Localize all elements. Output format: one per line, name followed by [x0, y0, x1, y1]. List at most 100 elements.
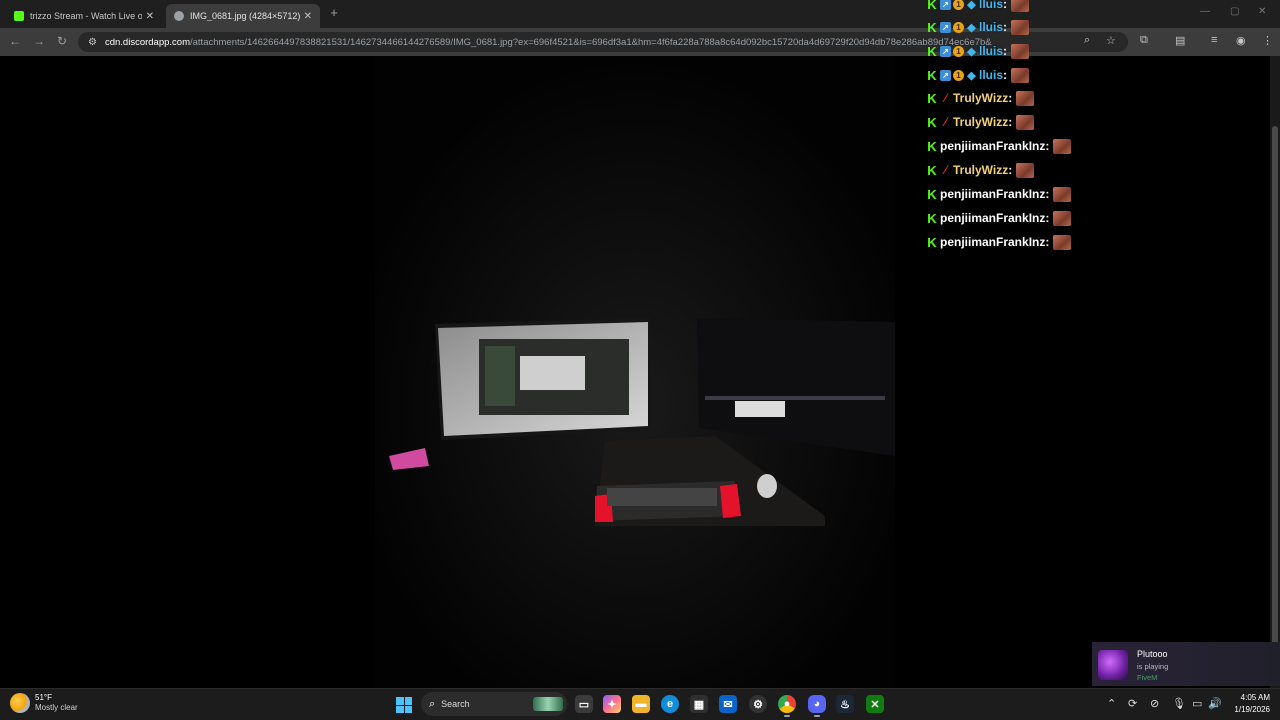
reading-list-icon[interactable]: ≡: [1211, 34, 1217, 46]
slash-badge-icon: ⁄: [944, 115, 947, 129]
close-tab-icon[interactable]: ✕: [146, 11, 154, 22]
zoom-icon[interactable]: ⌕: [1084, 34, 1090, 47]
clock-date: 1/19/2026: [1234, 705, 1270, 714]
kick-badge-icon: K: [927, 138, 937, 154]
close-window-button[interactable]: ✕: [1258, 6, 1266, 17]
slash-badge-icon: ⁄: [944, 163, 947, 177]
chat-colon: :: [1003, 20, 1008, 34]
reload-button[interactable]: ↻: [57, 34, 67, 48]
search-highlight-icon: [533, 697, 563, 711]
profile-icon[interactable]: ◉: [1236, 34, 1246, 47]
coin-badge-icon: 1: [953, 45, 964, 57]
scrollbar-thumb[interactable]: [1272, 126, 1278, 646]
chat-username: penjiimanFrankInz: [940, 211, 1046, 225]
discord-icon[interactable]: ◕: [808, 695, 826, 717]
microphone-icon[interactable]: 🎙: [1172, 697, 1186, 710]
chat-message: K ⁄ TrulyWizz:: [926, 160, 1035, 180]
chat-username: lluis: [979, 0, 1004, 11]
network-icon[interactable]: ⊘: [1150, 697, 1159, 710]
minimize-button[interactable]: —: [1200, 6, 1210, 17]
site-info-icon[interactable]: ⚙: [88, 37, 97, 48]
chat-username: lluis: [979, 44, 1004, 58]
store-icon[interactable]: ▦: [690, 695, 708, 713]
sync-icon[interactable]: ⟳: [1128, 697, 1137, 710]
boost-badge-icon: ↗: [940, 21, 951, 33]
chat-username: lluis: [979, 20, 1004, 34]
chat-message: K ⁄ TrulyWizz:: [926, 88, 1035, 108]
kick-badge-icon: K: [927, 67, 937, 83]
chat-message: K penjiimanFrankInz:: [926, 208, 1072, 228]
chat-colon: :: [1045, 235, 1050, 249]
slash-badge-icon: ⁄: [944, 91, 947, 105]
task-view-icon[interactable]: ▭: [575, 695, 593, 713]
weather-condition: Mostly clear: [35, 703, 78, 712]
notification-status: is playing: [1137, 662, 1169, 671]
new-tab-button[interactable]: +: [327, 6, 341, 20]
weather-widget[interactable]: 51°F Mostly clear: [10, 693, 78, 713]
kick-badge-icon: K: [927, 210, 937, 226]
chat-colon: :: [1003, 68, 1008, 82]
close-tab-icon[interactable]: ✕: [304, 11, 312, 22]
chat-colon: :: [1008, 115, 1013, 129]
chat-colon: :: [1045, 211, 1050, 225]
boost-badge-icon: ↗: [940, 69, 951, 81]
maximize-button[interactable]: ▢: [1230, 6, 1239, 17]
kick-badge-icon: K: [927, 186, 937, 202]
start-button[interactable]: [396, 697, 412, 713]
chat-username: TrulyWizz: [953, 163, 1009, 177]
side-panel-icon[interactable]: ▤: [1175, 34, 1185, 47]
url-path: /attachments/1462664497838821531/1462734…: [190, 36, 992, 48]
chat-colon: :: [1003, 44, 1008, 58]
kick-badge-icon: K: [927, 162, 937, 178]
xbox-icon[interactable]: ✕: [866, 695, 884, 713]
chat-message: K ↗ 1 ◆ lluis:: [926, 0, 1030, 14]
chat-message: K penjiimanFrankInz:: [926, 136, 1072, 156]
mail-icon[interactable]: ✉: [719, 695, 737, 713]
chat-colon: :: [1045, 139, 1050, 153]
settings-app-icon[interactable]: ⚙: [749, 695, 767, 713]
edge-icon[interactable]: e: [661, 695, 679, 713]
forward-button[interactable]: →: [33, 34, 45, 48]
chat-message: K ↗ 1 ◆ lluis:: [926, 41, 1030, 61]
tab-kick-stream[interactable]: trizzo Stream - Watch Live on K ✕: [6, 4, 162, 28]
chat-message: K ↗ 1 ◆ lluis:: [926, 17, 1030, 37]
chat-colon: :: [1045, 187, 1050, 201]
chat-colon: :: [1003, 0, 1008, 11]
display-icon[interactable]: ▭: [1192, 697, 1202, 710]
chat-username: penjiimanFrankInz: [940, 139, 1046, 153]
page-scrollbar[interactable]: [1270, 56, 1280, 688]
taskbar-clock[interactable]: 4:05 AM 1/19/2026: [1226, 692, 1270, 716]
emote-icon: [1011, 0, 1030, 12]
copilot-icon[interactable]: ✦: [603, 695, 621, 713]
kick-badge-icon: K: [927, 234, 937, 250]
tab-image[interactable]: IMG_0681.jpg (4284×5712) ✕: [166, 4, 320, 28]
taskbar-search[interactable]: ⌕ Search: [421, 692, 567, 716]
kick-badge-icon: K: [927, 0, 937, 12]
kick-badge-icon: K: [927, 90, 937, 106]
notification-name: Plutooo: [1137, 649, 1168, 659]
steam-icon[interactable]: ♨: [836, 695, 854, 713]
notification-game: FiveM: [1137, 673, 1158, 682]
activity-notification[interactable]: Plutooo is playing FiveM: [1092, 642, 1280, 686]
file-explorer-icon[interactable]: ▬: [632, 695, 650, 713]
kick-badge-icon: K: [927, 19, 937, 35]
avatar: [1098, 650, 1128, 680]
chat-colon: :: [1008, 91, 1013, 105]
chrome-icon[interactable]: ●: [778, 695, 796, 717]
url-host: cdn.discordapp.com: [104, 36, 190, 48]
search-icon: ⌕: [429, 697, 436, 710]
menu-icon[interactable]: ⋮: [1262, 34, 1273, 47]
chat-username: TrulyWizz: [953, 115, 1009, 129]
emote-icon: [1053, 210, 1072, 226]
emote-icon: [1053, 234, 1072, 250]
emote-icon: [1016, 114, 1035, 130]
coin-badge-icon: 1: [953, 21, 964, 33]
back-button[interactable]: ←: [9, 34, 21, 48]
volume-icon[interactable]: 🔊: [1208, 697, 1222, 710]
gem-badge-icon: ◆: [967, 69, 976, 82]
extensions-icon[interactable]: ⧉: [1140, 34, 1148, 47]
tab-title: IMG_0681.jpg (4284×5712): [190, 11, 300, 21]
show-hidden-icons-icon[interactable]: ⌃: [1107, 697, 1116, 710]
bookmark-star-icon[interactable]: ☆: [1106, 34, 1116, 47]
emote-icon: [1053, 186, 1072, 202]
